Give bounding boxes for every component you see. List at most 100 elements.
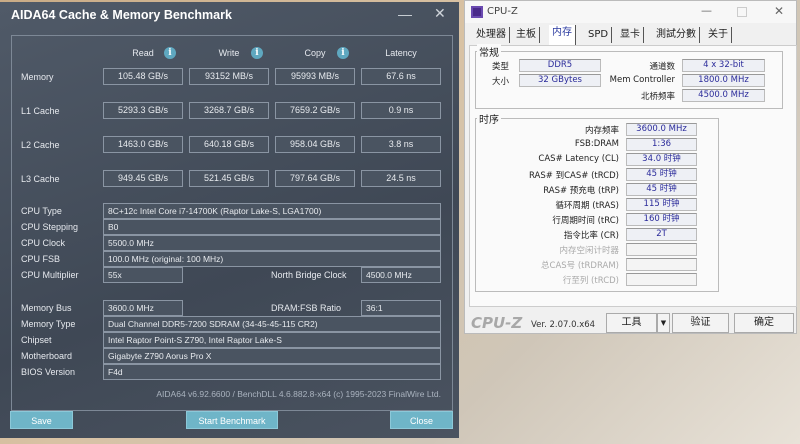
nb-freq-value: 4500.0 MHz — [682, 89, 765, 102]
save-button[interactable]: Save — [10, 411, 73, 429]
write-value: 3268.7 GB/s — [189, 102, 269, 119]
write-value: 640.18 GB/s — [189, 136, 269, 153]
tab-mainboard[interactable]: 主板 — [513, 27, 540, 43]
close-window-button[interactable]: ✕ — [774, 4, 784, 18]
copy-value: 95993 MB/s — [275, 68, 355, 85]
general-title: 常规 — [477, 44, 501, 59]
size-label: 大小 — [491, 77, 509, 87]
tab-cpu[interactable]: 处理器 — [473, 27, 510, 43]
cpu-fsb-value: 100.0 MHz (original: 100 MHz) — [103, 251, 441, 267]
bench-row-label: L2 Cache — [21, 140, 60, 150]
read-value: 949.45 GB/s — [103, 170, 183, 187]
dram-fsb-label: DRAM:FSB Ratio — [271, 303, 342, 313]
info-icon[interactable]: i — [164, 47, 176, 59]
info-icon[interactable]: i — [337, 47, 349, 59]
bench-row-label: Memory — [21, 72, 54, 82]
cpu-clock-label: CPU Clock — [21, 238, 66, 248]
tab-graphics[interactable]: 显卡 — [617, 27, 644, 43]
cpuz-logo: CPU-Z — [471, 314, 523, 332]
timing-value — [626, 243, 697, 256]
header-latency: Latency — [385, 48, 417, 58]
minimize-button[interactable]: — — [398, 6, 412, 22]
timing-label: 总CAS号 (tRDRAM) — [541, 261, 619, 271]
copy-value: 7659.2 GB/s — [275, 102, 355, 119]
timing-label: 内存空闲计时器 — [559, 246, 619, 256]
tab-bench[interactable]: 測試分數 — [653, 27, 700, 43]
memctrl-label: Mem Controller — [609, 75, 675, 85]
copy-value: 958.04 GB/s — [275, 136, 355, 153]
close-button[interactable]: Close — [390, 411, 453, 429]
read-value: 1463.0 GB/s — [103, 136, 183, 153]
minimize-button[interactable]: — — [701, 4, 712, 17]
start-benchmark-button[interactable]: Start Benchmark — [186, 411, 278, 429]
size-value: 32 GBytes — [519, 74, 601, 87]
timing-value: 45 时钟 — [626, 183, 697, 196]
window-title: AIDA64 Cache & Memory Benchmark — [11, 8, 232, 22]
dram-fsb-value: 36:1 — [361, 300, 441, 316]
tab-spd[interactable]: SPD — [585, 27, 613, 43]
timing-value — [626, 273, 697, 286]
latency-value: 0.9 ns — [361, 102, 441, 119]
timing-value: 115 时钟 — [626, 198, 697, 211]
close-window-button[interactable]: ✕ — [434, 5, 446, 22]
timing-label: FSB:DRAM — [574, 139, 619, 149]
timing-label: 行周期时间 (tRC) — [552, 216, 619, 226]
nb-freq-label: 北桥频率 — [640, 92, 675, 102]
channels-label: 通道数 — [649, 62, 675, 72]
chipset-value: Intel Raptor Point-S Z790, Intel Raptor … — [103, 332, 441, 348]
bios-value: F4d — [103, 364, 441, 380]
cpu-multiplier-label: CPU Multiplier — [21, 270, 79, 280]
timing-value — [626, 258, 697, 271]
motherboard-label: Motherboard — [21, 351, 73, 361]
bench-row-label: L3 Cache — [21, 174, 60, 184]
tab-about[interactable]: 关于 — [705, 27, 732, 43]
read-value: 105.48 GB/s — [103, 68, 183, 85]
timing-value: 160 时钟 — [626, 213, 697, 226]
bios-label: BIOS Version — [21, 367, 76, 377]
write-value: 521.45 GB/s — [189, 170, 269, 187]
type-value: DDR5 — [519, 59, 601, 72]
chipset-label: Chipset — [21, 335, 52, 345]
latency-value: 24.5 ns — [361, 170, 441, 187]
timing-value: 34.0 时钟 — [626, 153, 697, 166]
tab-memory[interactable]: 内存 — [549, 25, 576, 45]
info-icon[interactable]: i — [251, 47, 263, 59]
ok-button[interactable]: 确定 — [734, 313, 794, 333]
nb-clock-value: 4500.0 MHz — [361, 267, 441, 283]
window-title: CPU-Z — [487, 6, 518, 17]
channels-value: 4 x 32-bit — [682, 59, 765, 72]
memory-type-value: Dual Channel DDR5-7200 SDRAM (34-45-45-1… — [103, 316, 441, 332]
cpu-fsb-label: CPU FSB — [21, 254, 61, 264]
cpuz-window: CPU-Z — ✕ 处理器 主板 内存 SPD 显卡 測試分數 关于 常规 类型… — [464, 0, 797, 334]
validate-button[interactable]: 验证 — [672, 313, 729, 333]
timing-value: 3600.0 MHz — [626, 123, 697, 136]
timing-label: 内存频率 — [584, 126, 619, 136]
motherboard-value: Gigabyte Z790 Aorus Pro X — [103, 348, 441, 364]
cpu-type-label: CPU Type — [21, 206, 62, 216]
timing-label: RAS# 预充电 (tRP) — [543, 186, 619, 196]
cpu-stepping-value: B0 — [103, 219, 441, 235]
timing-label: CAS# Latency (CL) — [538, 154, 619, 164]
cpu-multiplier-value: 55x — [103, 267, 183, 283]
write-value: 93152 MB/s — [189, 68, 269, 85]
timing-value: 2T — [626, 228, 697, 241]
timing-value: 45 时钟 — [626, 168, 697, 181]
cpu-stepping-label: CPU Stepping — [21, 222, 79, 232]
tools-button[interactable]: 工具 — [606, 313, 657, 333]
memory-bus-label: Memory Bus — [21, 303, 72, 313]
memory-type-label: Memory Type — [21, 319, 76, 329]
timing-label: 循环周期 (tRAS) — [555, 201, 619, 211]
nb-clock-label: North Bridge Clock — [271, 270, 347, 280]
tools-dropdown-arrow-icon[interactable]: ▼ — [657, 313, 670, 333]
maximize-button — [737, 7, 747, 17]
memory-bus-value: 3600.0 MHz — [103, 300, 183, 316]
cpu-type-value: 8C+12c Intel Core i7-14700K (Raptor Lake… — [103, 203, 441, 219]
read-value: 5293.3 GB/s — [103, 102, 183, 119]
timing-value: 1:36 — [626, 138, 697, 151]
latency-value: 67.6 ns — [361, 68, 441, 85]
bench-row-label: L1 Cache — [21, 106, 60, 116]
version-footer: AIDA64 v6.92.6600 / BenchDLL 4.6.882.8-x… — [156, 389, 441, 399]
timing-label: RAS# 到CAS# (tRCD) — [529, 171, 619, 181]
cpu-clock-value: 5500.0 MHz — [103, 235, 441, 251]
aida64-window: AIDA64 Cache & Memory Benchmark — ✕ Read… — [0, 2, 459, 438]
